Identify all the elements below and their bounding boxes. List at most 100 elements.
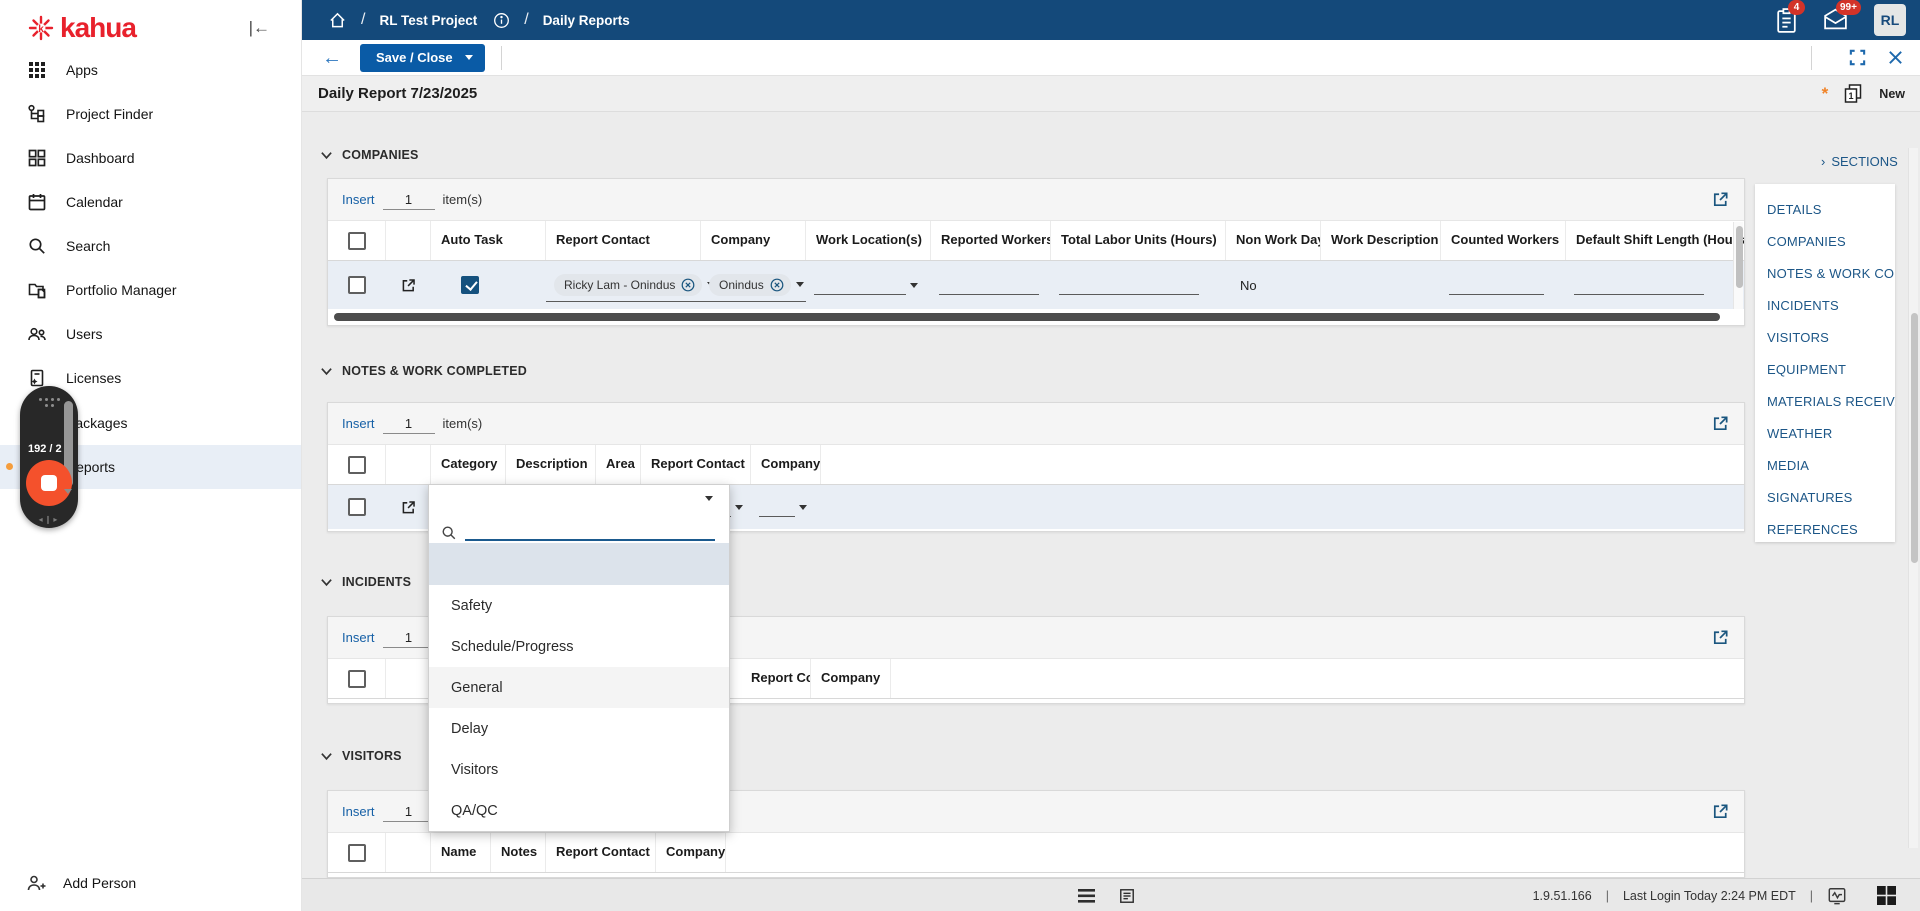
menu-hamburger-icon[interactable] xyxy=(1078,889,1095,903)
section-nav-link[interactable]: NOTES & WORK CO... xyxy=(1767,258,1895,290)
open-in-new-icon[interactable] xyxy=(1711,802,1730,821)
section-nav-link[interactable]: EQUIPMENT xyxy=(1767,354,1895,386)
select-all-checkbox[interactable] xyxy=(348,670,366,688)
non-work-day-cell[interactable]: No xyxy=(1226,278,1321,293)
save-close-dropdown-icon[interactable] xyxy=(465,55,473,60)
section-header-visitors[interactable]: VISITORS xyxy=(320,749,402,763)
sidebar-item-portfolio-manager[interactable]: Portfolio Manager xyxy=(0,268,301,312)
category-option[interactable]: QA/QC xyxy=(429,790,729,831)
log-document-icon[interactable] xyxy=(1119,888,1135,904)
section-header-notes[interactable]: NOTES & WORK COMPLETED xyxy=(320,364,527,378)
work-locations-cell[interactable] xyxy=(806,275,931,295)
new-record-button[interactable]: New xyxy=(1879,87,1905,101)
category-option-blank[interactable] xyxy=(429,543,729,585)
select-all-checkbox[interactable] xyxy=(348,232,366,250)
report-contact-chip[interactable]: Ricky Lam - Onindus xyxy=(554,274,702,296)
category-option[interactable]: Schedule/Progress xyxy=(429,626,729,667)
company-chip[interactable]: Onindus xyxy=(709,274,791,296)
recorder-stop-button[interactable] xyxy=(26,460,72,506)
open-in-new-icon[interactable] xyxy=(1711,190,1730,209)
recorder-playback-controls[interactable]: ◂❙▸ xyxy=(39,515,60,524)
dropdown-caret-icon[interactable] xyxy=(735,505,743,510)
insert-count-input[interactable] xyxy=(383,628,435,648)
category-option[interactable]: General xyxy=(429,667,729,708)
vertical-scrollbar[interactable] xyxy=(1733,222,1743,309)
section-nav-link[interactable]: REFERENCES xyxy=(1767,514,1895,546)
section-nav-link[interactable]: MATERIALS RECEIV... xyxy=(1767,386,1895,418)
sidebar-item-users[interactable]: Users xyxy=(0,312,301,356)
category-combo-editor[interactable] xyxy=(429,485,729,511)
insert-link[interactable]: Insert xyxy=(342,416,375,431)
category-option[interactable]: Safety xyxy=(429,585,729,626)
project-info-icon[interactable] xyxy=(493,12,510,29)
add-person-button[interactable]: Add Person xyxy=(0,863,136,903)
row-checkbox[interactable] xyxy=(348,276,366,294)
company-cell[interactable] xyxy=(751,497,821,517)
category-option[interactable]: Visitors xyxy=(429,749,729,790)
insert-link[interactable]: Insert xyxy=(342,192,375,207)
category-search-input[interactable] xyxy=(465,517,715,541)
reported-workers-cell[interactable] xyxy=(931,275,1051,295)
sections-panel-toggle[interactable]: › SECTIONS xyxy=(1821,154,1898,169)
insert-count-input[interactable] xyxy=(383,414,435,434)
category-option[interactable]: Delay xyxy=(429,708,729,749)
fullscreen-icon[interactable] xyxy=(1848,48,1867,67)
section-header-incidents[interactable]: INCIDENTS xyxy=(320,575,411,589)
copies-icon[interactable]: 1 xyxy=(1842,83,1865,104)
dropdown-caret-icon[interactable] xyxy=(799,505,807,510)
counted-workers-cell[interactable] xyxy=(1441,275,1566,295)
dropdown-caret-icon[interactable] xyxy=(705,496,713,501)
insert-count-input[interactable] xyxy=(383,802,435,822)
breadcrumb-app[interactable]: Daily Reports xyxy=(543,13,630,28)
section-nav-link[interactable]: COMPANIES xyxy=(1767,226,1895,258)
page-vertical-scrollbar[interactable] xyxy=(1908,148,1918,848)
section-nav-link[interactable]: SIGNATURES xyxy=(1767,482,1895,514)
select-all-checkbox[interactable] xyxy=(348,456,366,474)
companies-toolbar: Insert item(s) xyxy=(328,179,1744,221)
auto-task-checkbox[interactable] xyxy=(461,276,479,294)
sidebar-item-calendar[interactable]: Calendar xyxy=(0,180,301,224)
messages-button[interactable]: 99+ xyxy=(1822,7,1848,33)
horizontal-scrollbar[interactable] xyxy=(334,313,1720,321)
dropdown-caret-icon[interactable] xyxy=(796,282,804,287)
select-all-checkbox[interactable] xyxy=(348,844,366,862)
open-in-new-icon[interactable] xyxy=(1711,628,1730,647)
collapse-sidebar-icon[interactable]: |← xyxy=(249,18,270,38)
back-arrow-button[interactable]: ← xyxy=(322,48,342,68)
open-record-icon[interactable] xyxy=(400,277,417,294)
close-icon[interactable] xyxy=(1887,49,1904,66)
screen-recorder-widget[interactable]: 192 / 2 ◂❙▸ xyxy=(20,386,78,528)
breadcrumb-project[interactable]: RL Test Project xyxy=(379,13,477,28)
section-nav-link[interactable]: VISITORS xyxy=(1767,322,1895,354)
sidebar-item-search[interactable]: Search xyxy=(0,224,301,268)
home-icon[interactable] xyxy=(328,11,347,30)
sidebar-item-project-finder[interactable]: Project Finder xyxy=(0,92,301,136)
insert-count-input[interactable] xyxy=(383,190,435,210)
recorder-drag-handle-icon[interactable] xyxy=(38,398,60,407)
dropdown-caret-icon[interactable] xyxy=(910,283,918,288)
default-shift-length-cell[interactable] xyxy=(1566,275,1745,295)
row-checkbox[interactable] xyxy=(348,498,366,516)
section-nav-link[interactable]: INCIDENTS xyxy=(1767,290,1895,322)
total-labor-units-cell[interactable] xyxy=(1051,275,1226,295)
section-nav-link[interactable]: MEDIA xyxy=(1767,450,1895,482)
diagnostics-icon[interactable] xyxy=(1827,886,1847,905)
insert-link[interactable]: Insert xyxy=(342,630,375,645)
windows-logo-icon[interactable] xyxy=(1877,886,1896,905)
sidebar-item-apps[interactable]: Apps xyxy=(0,48,301,92)
user-avatar[interactable]: RL xyxy=(1874,4,1906,36)
companies-row[interactable]: Ricky Lam - Onindus Onindus No xyxy=(328,261,1744,309)
column-header: Report Contact xyxy=(741,659,811,698)
section-nav-link[interactable]: DETAILS xyxy=(1767,194,1895,226)
open-in-new-icon[interactable] xyxy=(1711,414,1730,433)
chip-remove-icon[interactable] xyxy=(770,278,784,292)
sidebar-item-dashboard[interactable]: Dashboard xyxy=(0,136,301,180)
section-header-companies[interactable]: COMPANIES xyxy=(320,148,419,162)
save-close-button[interactable]: Save / Close xyxy=(360,44,485,72)
chip-remove-icon[interactable] xyxy=(681,278,695,292)
recorder-arrow-down-icon[interactable] xyxy=(64,489,72,494)
insert-link[interactable]: Insert xyxy=(342,804,375,819)
tasks-button[interactable]: 4 xyxy=(1774,7,1800,33)
section-nav-link[interactable]: WEATHER xyxy=(1767,418,1895,450)
open-record-icon[interactable] xyxy=(400,499,417,516)
